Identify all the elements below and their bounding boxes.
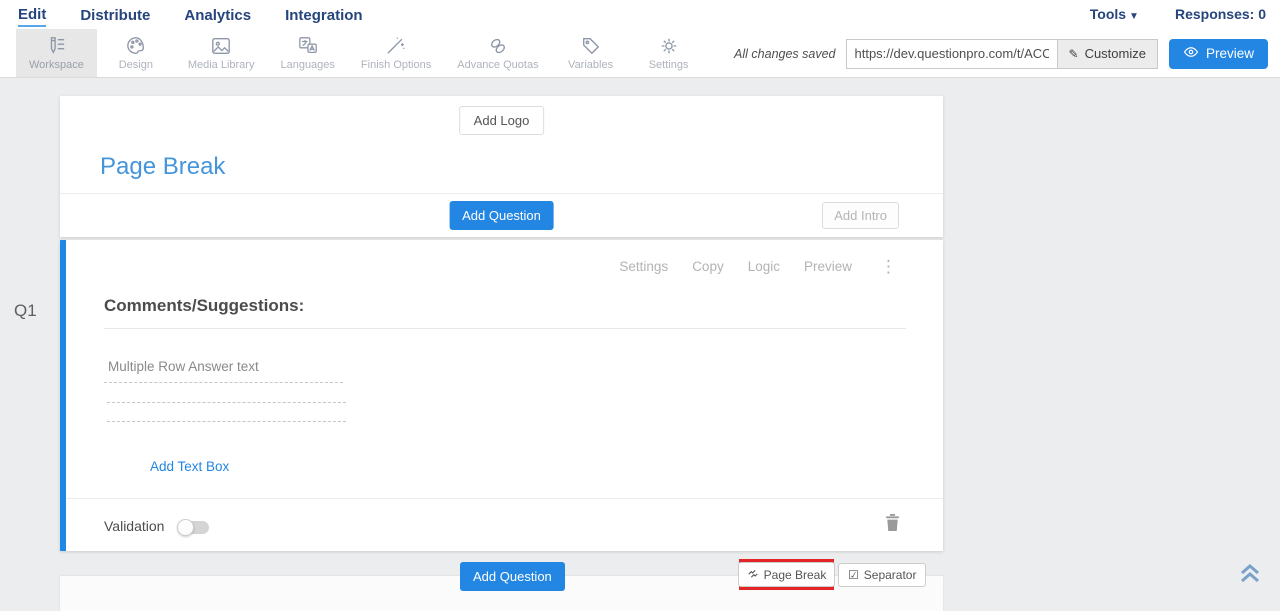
answer-row-placeholder[interactable]: Multiple Row Answer text <box>108 359 259 374</box>
toolbar-item-variables[interactable]: Variables <box>552 29 630 77</box>
validation-toggle[interactable] <box>178 521 209 534</box>
pencil-icon: ✎ <box>1069 47 1079 61</box>
toolbar-item-advance-quotas[interactable]: Advance Quotas <box>444 29 551 77</box>
add-logo-button[interactable]: Add Logo <box>459 106 545 135</box>
question-card: Settings Copy Logic Preview ⋮ Comments/S… <box>60 240 943 551</box>
translate-icon <box>297 36 319 56</box>
survey-title[interactable]: Page Break <box>100 153 225 181</box>
separator-button[interactable]: ☑ Separator <box>838 563 926 587</box>
chevron-down-icon: ▼ <box>1129 11 1139 22</box>
toolbar-item-workspace[interactable]: Workspace <box>16 29 97 77</box>
question-logic-link[interactable]: Logic <box>748 259 780 274</box>
save-status: All changes saved <box>734 47 835 61</box>
question-footer: Validation <box>66 498 943 551</box>
preview-button[interactable]: Preview <box>1169 39 1268 69</box>
question-copy-link[interactable]: Copy <box>692 259 724 274</box>
nav-tab-edit[interactable]: Edit <box>18 2 46 27</box>
media-image-icon <box>210 36 232 56</box>
nav-tab-integration[interactable]: Integration <box>285 3 363 26</box>
survey-toolbar: Workspace Design Media Library L <box>0 29 1280 78</box>
nav-tabs: Edit Distribute Analytics Integration <box>0 2 363 27</box>
question-preview-link[interactable]: Preview <box>804 259 852 274</box>
page-break-button[interactable]: Page Break <box>738 562 836 587</box>
answer-row-line-2[interactable] <box>107 402 346 403</box>
question-number-label: Q1 <box>14 301 37 321</box>
gear-icon <box>658 36 680 56</box>
header-button-row: Add Question Add Intro <box>60 193 943 237</box>
checkbox-checked-icon: ☑ <box>848 568 859 582</box>
responses-count[interactable]: Responses: 0 <box>1175 6 1266 22</box>
question-settings-link[interactable]: Settings <box>619 259 668 274</box>
workspace-icon <box>45 36 67 56</box>
nav-tab-distribute[interactable]: Distribute <box>80 3 150 26</box>
top-navbar: Edit Distribute Analytics Integration To… <box>0 0 1280 29</box>
add-intro-button[interactable]: Add Intro <box>822 202 899 229</box>
toolbar-item-settings[interactable]: Settings <box>630 29 708 77</box>
toolbar-item-media-library[interactable]: Media Library <box>175 29 268 77</box>
nav-tab-analytics[interactable]: Analytics <box>184 3 251 26</box>
chain-links-icon <box>487 36 509 56</box>
toolbar-item-design[interactable]: Design <box>97 29 175 77</box>
design-palette-icon <box>125 36 147 56</box>
toggle-knob <box>177 519 194 536</box>
add-question-button-bottom[interactable]: Add Question <box>460 562 565 591</box>
vertical-dots-icon[interactable]: ⋮ <box>876 258 901 275</box>
customize-button[interactable]: ✎ Customize <box>1057 39 1158 69</box>
answer-row-line-1[interactable] <box>104 382 343 383</box>
toolbar-item-finish-options[interactable]: Finish Options <box>348 29 444 77</box>
eye-icon <box>1183 46 1199 61</box>
question-actions-menu: Settings Copy Logic Preview ⋮ <box>619 258 901 275</box>
double-chevron-up-icon[interactable] <box>1238 561 1262 591</box>
add-question-button-top[interactable]: Add Question <box>449 201 554 230</box>
magic-wand-icon <box>385 36 407 56</box>
survey-header-card: Add Logo Page Break Add Question Add Int… <box>60 96 943 237</box>
tools-dropdown[interactable]: Tools▼ <box>1090 6 1139 22</box>
trash-icon[interactable] <box>884 513 901 537</box>
page-break-highlight-box: Page Break <box>739 559 834 590</box>
page-break-icon <box>747 567 759 582</box>
add-text-box-link[interactable]: Add Text Box <box>150 459 229 474</box>
survey-url-input[interactable] <box>846 39 1057 69</box>
tag-icon <box>580 36 602 56</box>
answer-row-line-3[interactable] <box>107 421 346 422</box>
question-text[interactable]: Comments/Suggestions: <box>104 296 906 329</box>
validation-label: Validation <box>104 518 164 534</box>
toolbar-item-languages[interactable]: Languages <box>267 29 347 77</box>
